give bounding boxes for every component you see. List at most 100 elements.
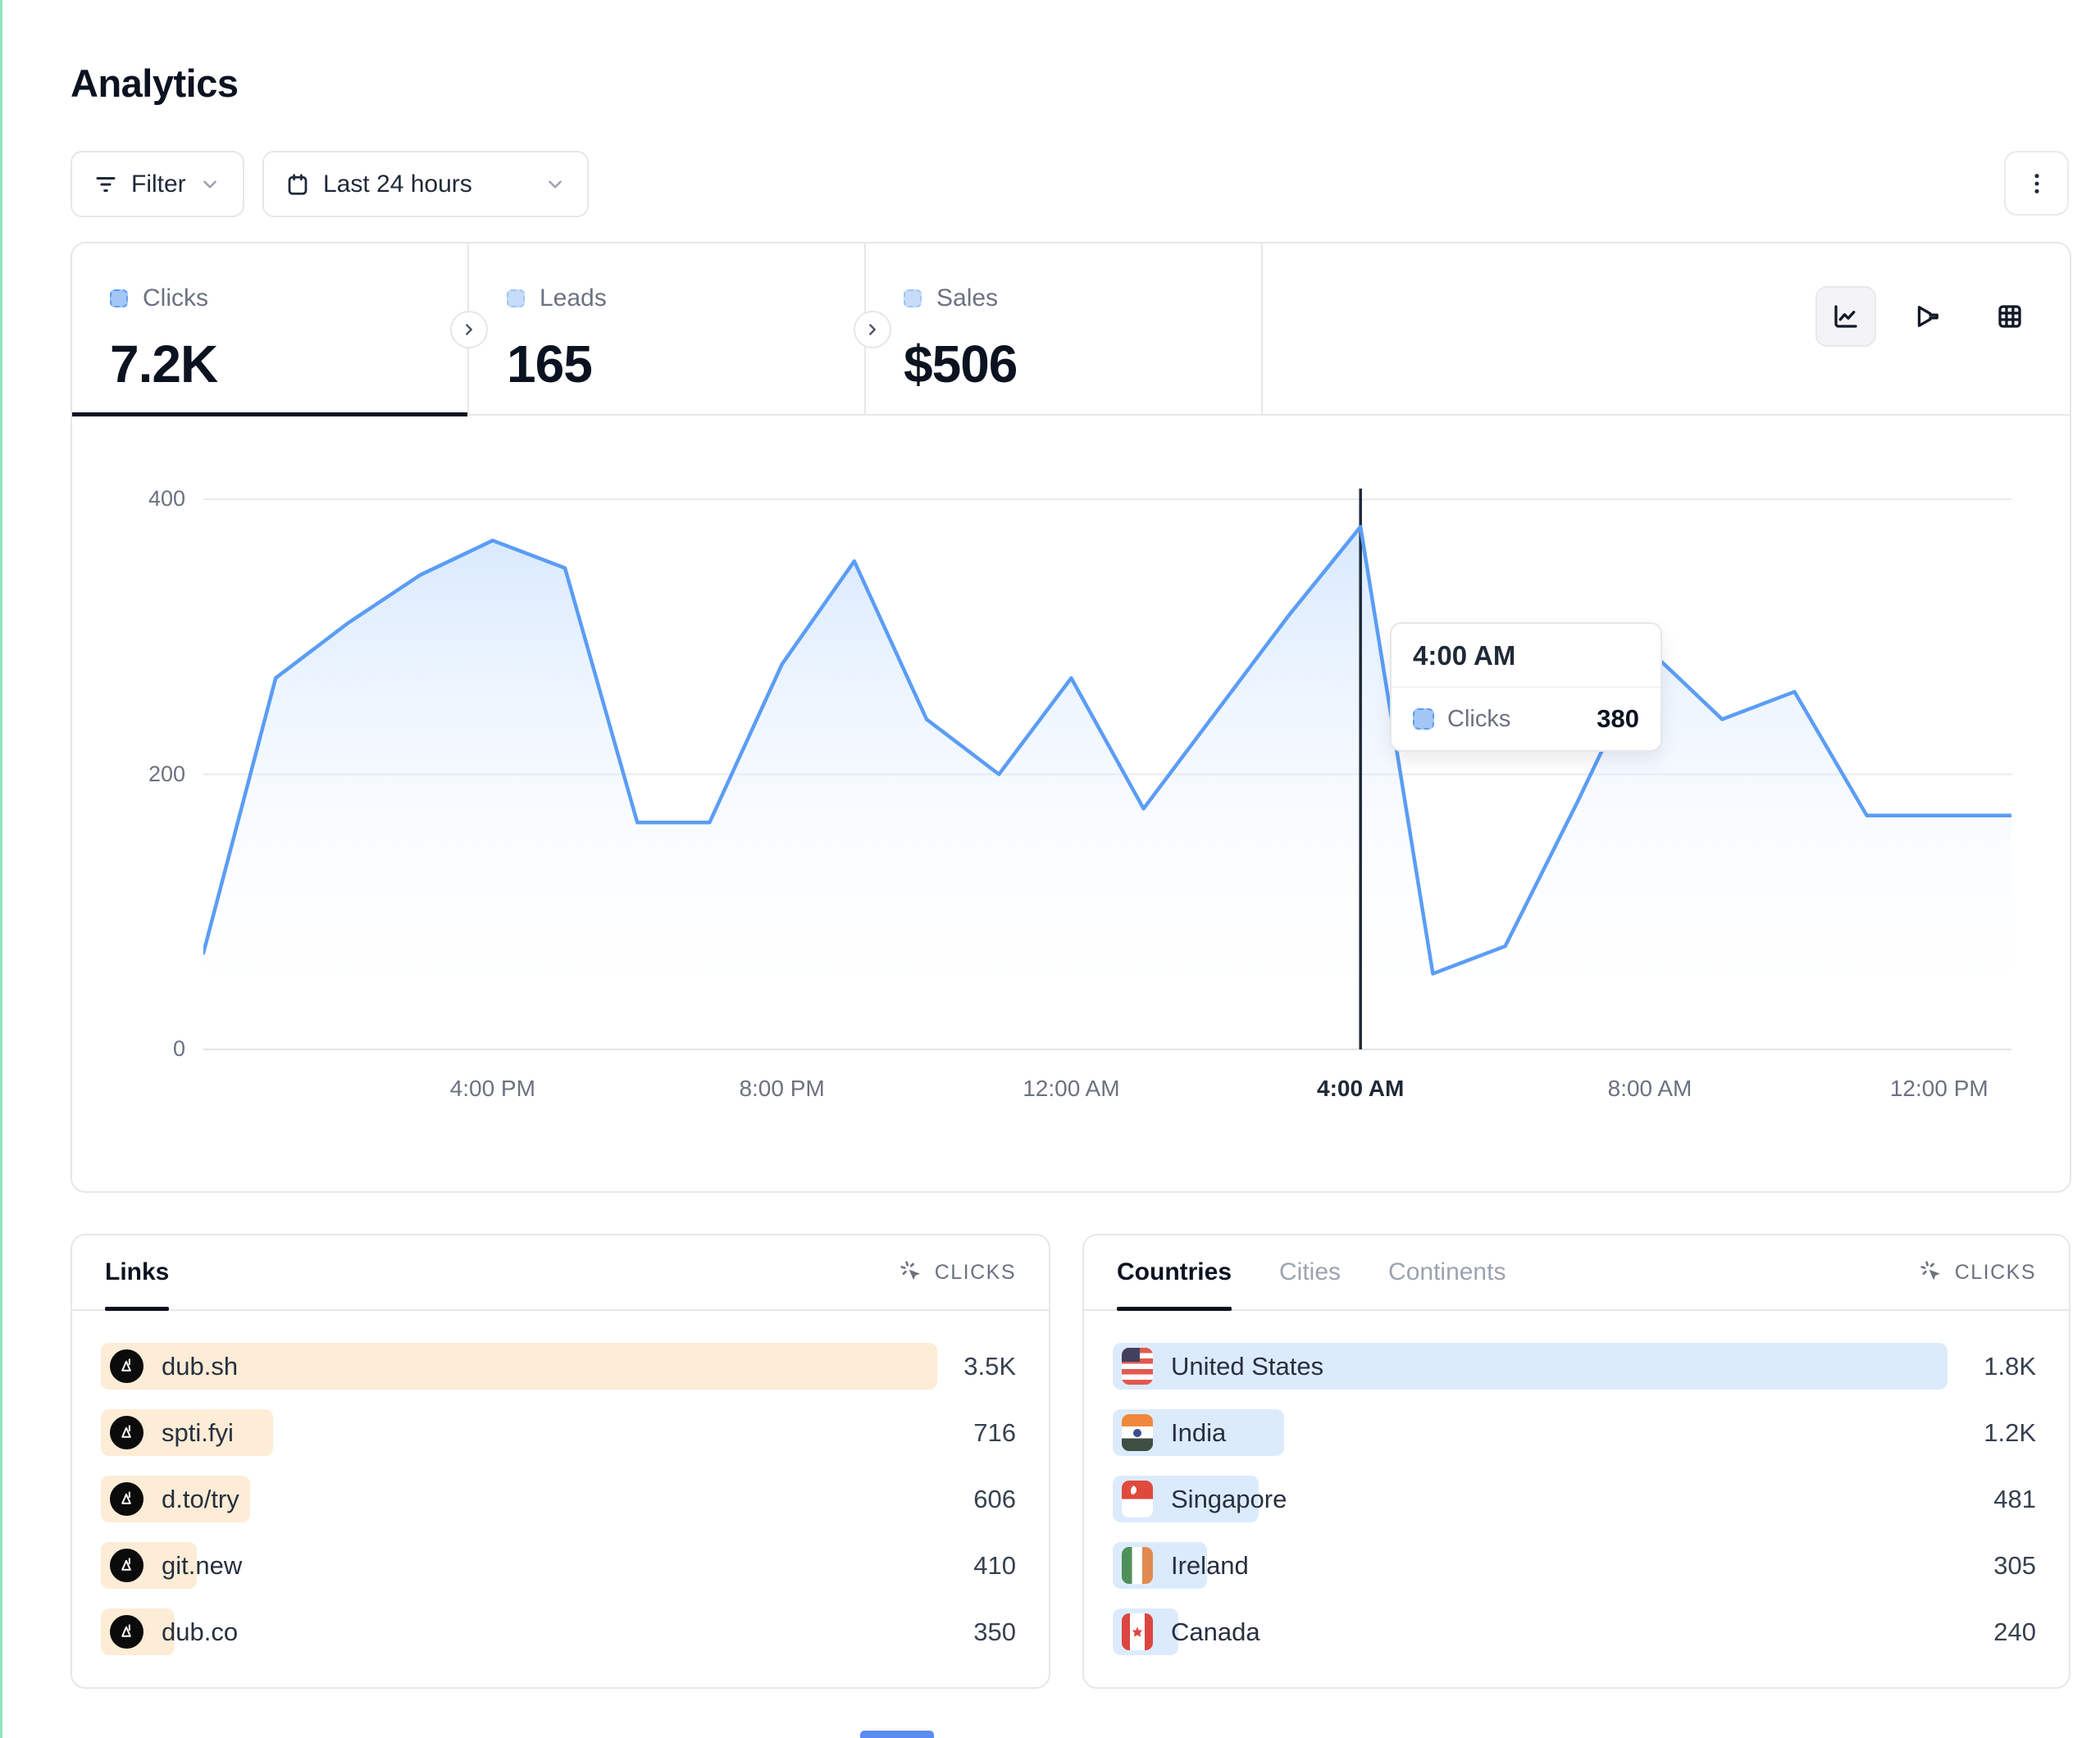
country-value: 1.8K — [1984, 1352, 2036, 1381]
cursor-click-icon — [1919, 1259, 1945, 1285]
links-panel: Links CLICKS dub.sh 3.5K — [71, 1234, 1050, 1689]
line-chart-view-button[interactable] — [1815, 286, 1876, 347]
country-value: 240 — [1993, 1617, 2036, 1647]
dub-logo-icon — [110, 1615, 143, 1649]
grid-table-icon — [1995, 302, 2025, 331]
y-tick-label: 400 — [95, 486, 185, 512]
chevron-down-icon — [199, 174, 221, 195]
link-row[interactable]: spti.fyi 716 — [101, 1409, 1020, 1456]
x-tick-label: 4:00 AM — [1278, 1076, 1442, 1102]
panel-metric-label: CLICKS — [935, 1261, 1016, 1285]
link-value: 410 — [973, 1551, 1016, 1581]
link-row[interactable]: d.to/try 606 — [101, 1476, 1020, 1522]
line-chart-icon — [1831, 302, 1861, 331]
country-label: Singapore — [1171, 1485, 1287, 1514]
analytics-card: Clicks 7.2K Leads 165 Sales $506 — [71, 242, 2071, 1193]
chevron-right-icon — [460, 321, 478, 339]
tab-cities[interactable]: Cities — [1279, 1235, 1341, 1309]
country-value: 305 — [1993, 1551, 2036, 1581]
link-label: dub.sh — [162, 1352, 238, 1381]
kebab-menu-icon — [2024, 171, 2050, 197]
country-row[interactable]: Canada 240 — [1113, 1608, 2040, 1655]
metric-tabs: Clicks 7.2K Leads 165 Sales $506 — [72, 243, 2070, 416]
country-row[interactable]: Ireland 305 — [1113, 1542, 2040, 1589]
x-tick-label: 12:00 PM — [1857, 1076, 2021, 1102]
metric-value: $506 — [904, 334, 1261, 394]
tab-sales[interactable]: Sales $506 — [866, 243, 1263, 414]
dub-logo-icon — [110, 1349, 143, 1383]
country-label: United States — [1171, 1352, 1323, 1381]
sg-flag-icon — [1122, 1481, 1153, 1517]
link-row[interactable]: git.new 410 — [101, 1542, 1020, 1589]
in-flag-icon — [1122, 1414, 1153, 1451]
blue-dashed-square-icon — [1413, 708, 1434, 730]
tooltip-time: 4:00 AM — [1392, 624, 1660, 688]
panel-metric-selector[interactable]: CLICKS — [1919, 1259, 2036, 1285]
x-tick-label: 12:00 AM — [989, 1076, 1153, 1102]
link-row[interactable]: dub.co 350 — [101, 1608, 1020, 1655]
cursor-click-icon — [899, 1259, 925, 1285]
funnel-view-button[interactable] — [1897, 286, 1958, 347]
more-options-button[interactable] — [2004, 151, 2069, 216]
next-metric-button[interactable] — [450, 311, 488, 348]
countries-panel: Countries Cities Continents CLICKS Unite… — [1082, 1234, 2070, 1689]
country-label: Canada — [1171, 1617, 1260, 1647]
dub-logo-icon — [110, 1416, 143, 1449]
link-label: dub.co — [162, 1617, 238, 1647]
x-tick-label: 8:00 PM — [700, 1076, 864, 1102]
geo-tabs: Countries Cities Continents — [1117, 1235, 1506, 1309]
ca-flag-icon — [1122, 1613, 1153, 1650]
x-tick-label: 4:00 PM — [411, 1076, 575, 1102]
filter-lines-icon — [93, 172, 118, 197]
panel-metric-label: CLICKS — [1955, 1261, 2036, 1285]
table-view-button[interactable] — [1979, 286, 2040, 347]
country-value: 1.2K — [1984, 1418, 2036, 1448]
country-row[interactable]: India 1.2K — [1113, 1409, 2040, 1456]
country-row[interactable]: United States 1.8K — [1113, 1343, 2040, 1390]
y-tick-label: 0 — [95, 1036, 185, 1062]
tab-countries[interactable]: Countries — [1117, 1235, 1232, 1309]
country-label: Ireland — [1171, 1551, 1249, 1581]
y-tick-label: 200 — [95, 762, 185, 787]
link-value: 716 — [973, 1418, 1016, 1448]
tooltip-value: 380 — [1597, 704, 1639, 734]
chevron-down-icon — [544, 174, 566, 195]
link-label: git.new — [162, 1551, 242, 1581]
tab-leads[interactable]: Leads 165 — [469, 243, 866, 414]
panel-metric-selector[interactable]: CLICKS — [899, 1259, 1016, 1285]
link-value: 3.5K — [963, 1352, 1016, 1381]
filter-button[interactable]: Filter — [71, 151, 244, 217]
link-label: d.to/try — [162, 1485, 239, 1514]
links-list: dub.sh 3.5K spti.fyi 716 d.to/try 606 — [72, 1311, 1049, 1655]
chevron-right-icon — [863, 321, 881, 339]
link-value: 606 — [973, 1485, 1016, 1514]
metric-value: 7.2K — [110, 334, 467, 394]
metric-label: Clicks — [143, 284, 208, 312]
us-flag-icon — [1122, 1348, 1153, 1385]
next-metric-button[interactable] — [854, 311, 891, 348]
x-tick-label: 8:00 AM — [1568, 1076, 1732, 1102]
tab-links[interactable]: Links — [105, 1235, 169, 1309]
country-label: India — [1171, 1418, 1226, 1448]
metric-value: 165 — [507, 334, 864, 394]
funnel-chart-icon — [1913, 302, 1943, 331]
window-edge-strip — [0, 0, 2, 1738]
country-row[interactable]: Singapore 481 — [1113, 1476, 2040, 1522]
metric-label: Sales — [936, 284, 998, 312]
blue-dashed-square-icon — [904, 289, 922, 307]
link-row[interactable]: dub.sh 3.5K — [101, 1343, 1020, 1390]
clicks-area-chart[interactable]: 0 200 400 4:00 PM 8:00 PM 12:00 AM 4:00 AM 8:0… — [72, 416, 2070, 1191]
link-label: spti.fyi — [162, 1418, 234, 1448]
page-title: Analytics — [71, 61, 238, 106]
blue-dashed-square-icon — [507, 289, 525, 307]
countries-list: United States 1.8K India 1.2K Singapore … — [1084, 1311, 2069, 1655]
tab-continents[interactable]: Continents — [1388, 1235, 1506, 1309]
area-chart-canvas[interactable] — [203, 485, 2011, 1067]
date-range-button[interactable]: Last 24 hours — [262, 151, 589, 217]
ie-flag-icon — [1122, 1547, 1153, 1584]
help-widget-edge[interactable] — [860, 1731, 934, 1738]
tab-clicks[interactable]: Clicks 7.2K — [72, 243, 469, 414]
calendar-icon — [285, 172, 310, 197]
metric-label: Leads — [540, 284, 607, 312]
date-range-label: Last 24 hours — [323, 171, 472, 198]
